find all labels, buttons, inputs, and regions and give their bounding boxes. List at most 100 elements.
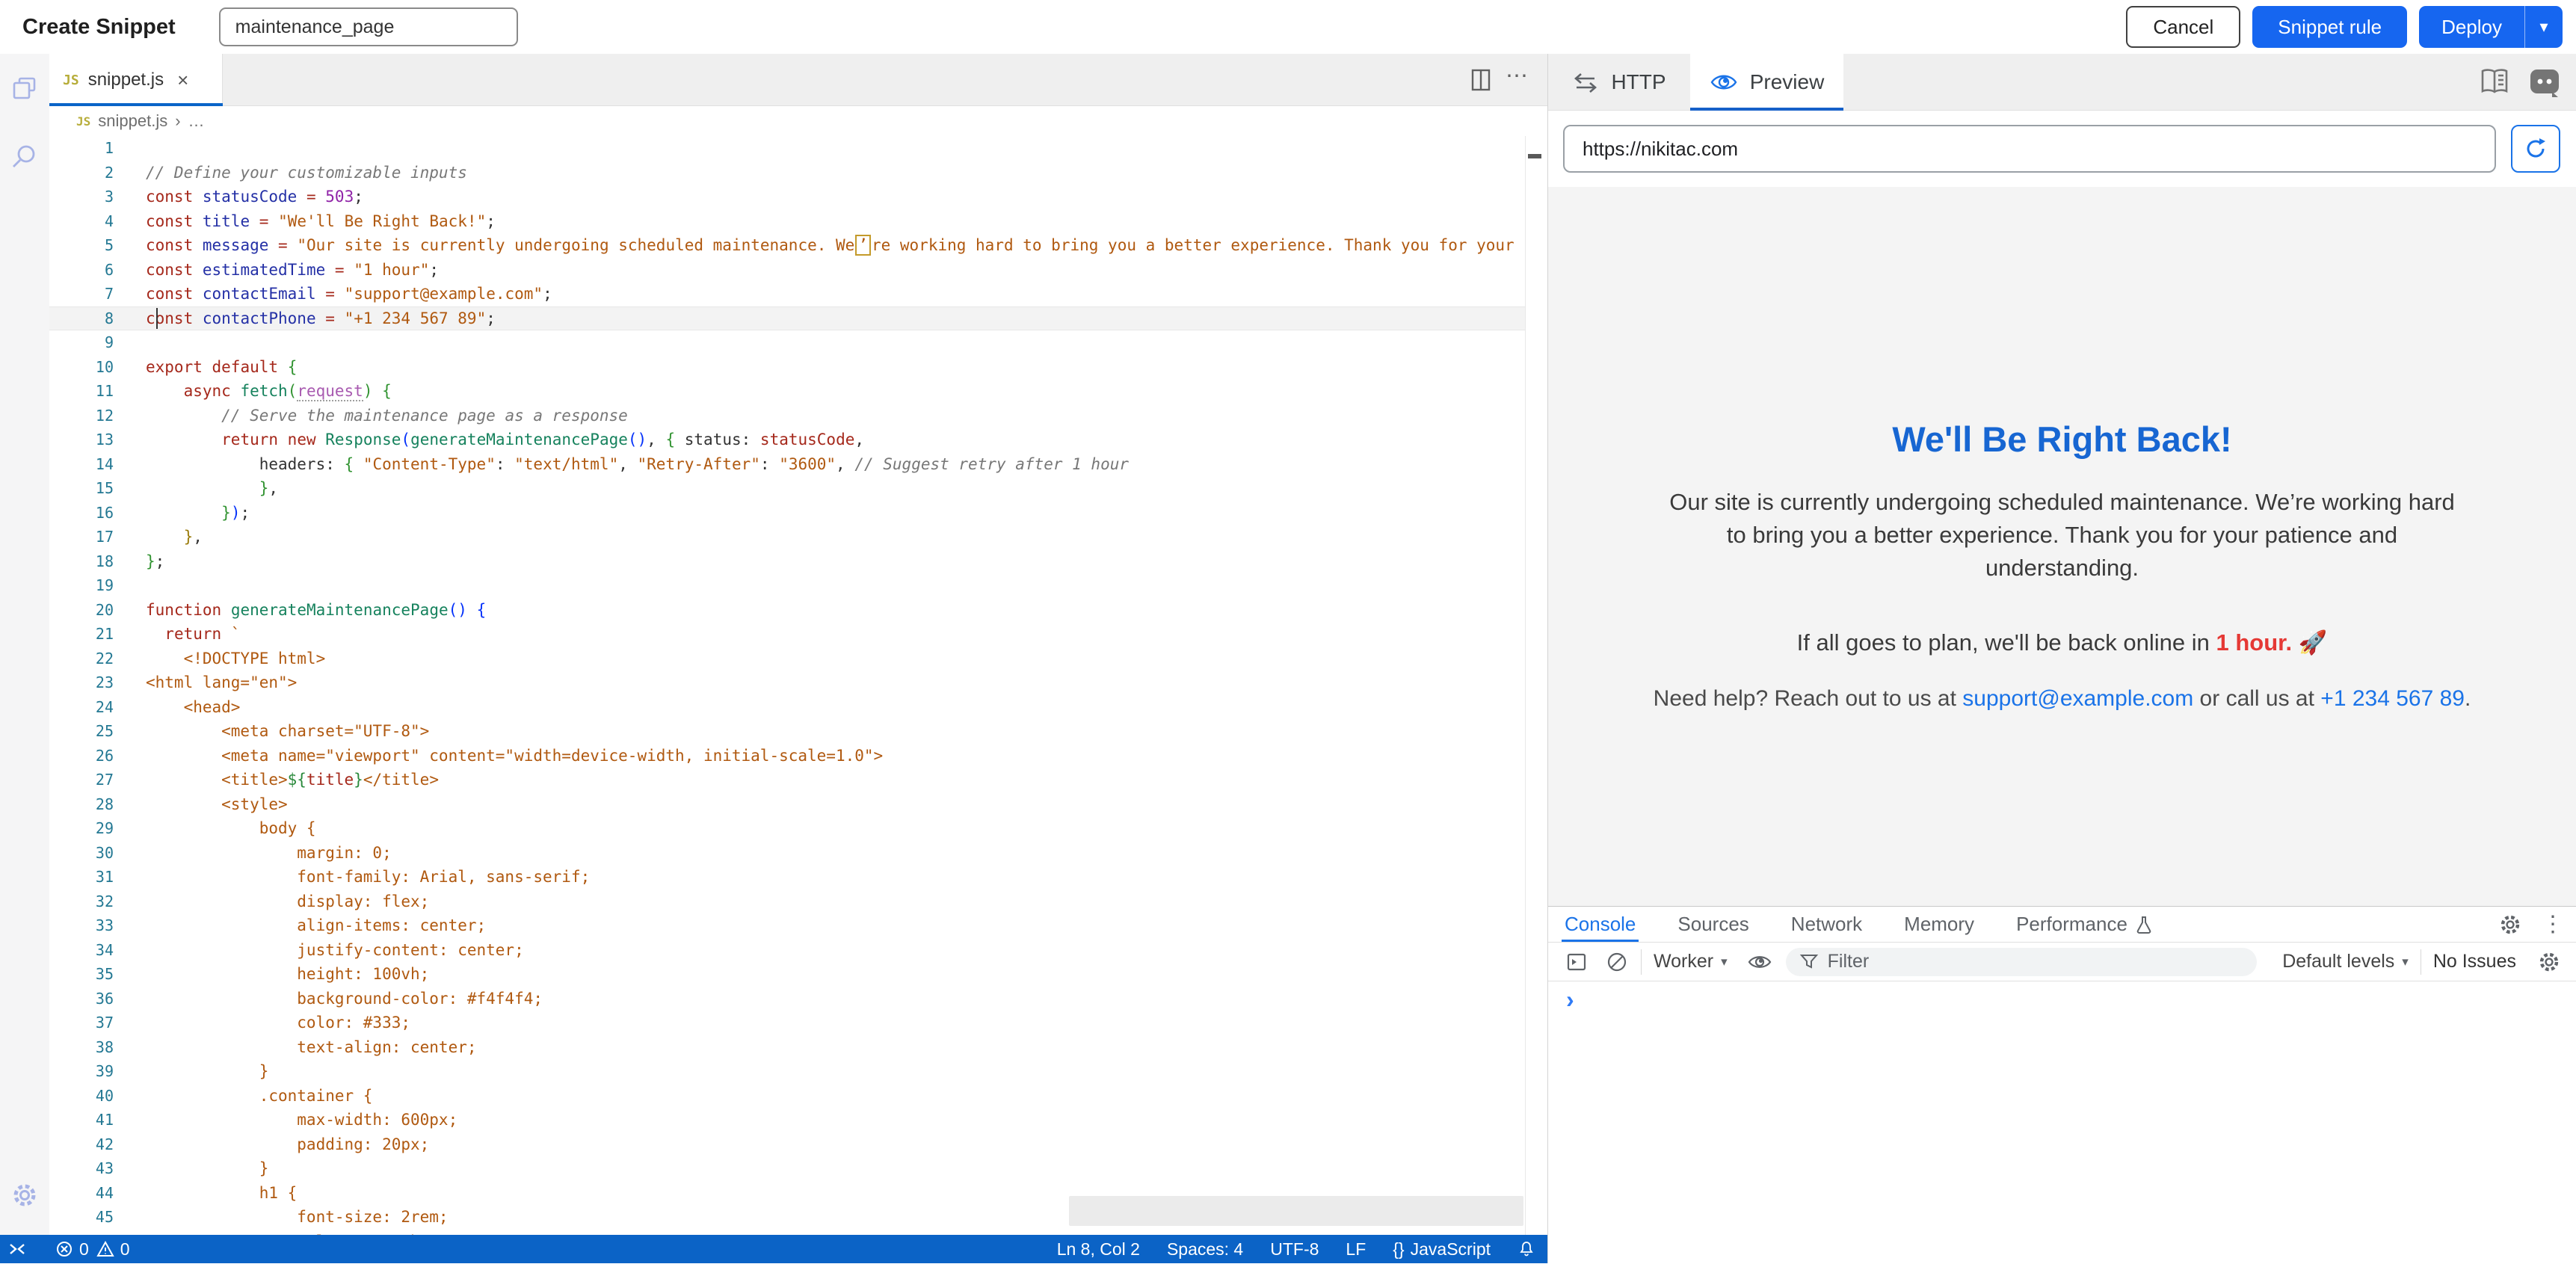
code-line[interactable]: 29 body {: [49, 816, 1525, 841]
devtools-settings-gear-icon[interactable]: [2498, 913, 2522, 937]
breadcrumb-more[interactable]: …: [188, 111, 205, 131]
code-line[interactable]: 42 padding: 20px;: [49, 1132, 1525, 1157]
remote-indicator-icon[interactable]: [7, 1239, 27, 1259]
code-line[interactable]: 7const contactEmail = "support@example.c…: [49, 282, 1525, 306]
gear-icon[interactable]: [10, 1181, 39, 1209]
code-line[interactable]: 46 color: #0056b3;: [49, 1230, 1525, 1236]
console-settings-gear-icon[interactable]: [2537, 950, 2561, 974]
line-number: 15: [49, 476, 114, 501]
code-editor[interactable]: 12// Define your customizable inputs3con…: [49, 136, 1525, 1235]
code-line[interactable]: 39 }: [49, 1059, 1525, 1084]
preview-url-input[interactable]: [1563, 125, 2496, 173]
code-line[interactable]: 10export default {: [49, 355, 1525, 380]
code-line[interactable]: 23<html lang="en">: [49, 670, 1525, 695]
code-line[interactable]: 28 <style>: [49, 792, 1525, 817]
code-line[interactable]: 3const statusCode = 503;: [49, 185, 1525, 209]
code-line[interactable]: 26 <meta name="viewport" content="width=…: [49, 744, 1525, 768]
code-line[interactable]: 9: [49, 330, 1525, 355]
language-mode[interactable]: {} JavaScript: [1393, 1239, 1491, 1260]
code-line[interactable]: 34 justify-content: center;: [49, 938, 1525, 963]
devtools-tab-performance[interactable]: Performance: [2016, 907, 2153, 942]
snippet-name-input[interactable]: [219, 7, 518, 46]
code-line[interactable]: 37 color: #333;: [49, 1011, 1525, 1035]
code-line[interactable]: 5const message = "Our site is currently …: [49, 233, 1525, 258]
console-filter-input[interactable]: Filter: [1786, 948, 2257, 976]
split-editor-icon[interactable]: [1470, 67, 1492, 93]
code-line[interactable]: 32 display: flex;: [49, 890, 1525, 914]
devtools-tab-network[interactable]: Network: [1791, 907, 1862, 942]
code-line[interactable]: 24 <head>: [49, 695, 1525, 720]
eol-sequence[interactable]: LF: [1346, 1239, 1366, 1260]
code-line[interactable]: 11 async fetch(request) {: [49, 379, 1525, 404]
code-line[interactable]: 20function generateMaintenancePage() {: [49, 598, 1525, 623]
code-line[interactable]: 16 });: [49, 501, 1525, 525]
deploy-dropdown-caret[interactable]: ▾: [2524, 6, 2563, 48]
more-actions-icon[interactable]: ⋯: [1506, 63, 1528, 89]
tab-http[interactable]: HTTP: [1548, 54, 1690, 111]
horizontal-scrollbar[interactable]: [1069, 1196, 1523, 1226]
cancel-button[interactable]: Cancel: [2126, 6, 2240, 48]
docs-book-icon[interactable]: [2479, 67, 2510, 97]
devtools-kebab-menu-icon[interactable]: ⋮: [2542, 913, 2564, 937]
code-line[interactable]: 31 font-family: Arial, sans-serif;: [49, 865, 1525, 890]
console-output[interactable]: ›: [1548, 981, 2576, 1264]
snippet-rule-button[interactable]: Snippet rule: [2252, 6, 2407, 48]
phone-link[interactable]: +1 234 567 89: [2320, 686, 2465, 711]
indentation[interactable]: Spaces: 4: [1167, 1239, 1243, 1260]
scrollbar-thumb[interactable]: [1528, 154, 1541, 158]
devtools-tab-console[interactable]: Console: [1565, 907, 1636, 942]
files-icon[interactable]: [10, 75, 39, 103]
cursor-position[interactable]: Ln 8, Col 2: [1057, 1239, 1140, 1260]
code-line[interactable]: 25 <meta charset="UTF-8">: [49, 719, 1525, 744]
discord-icon[interactable]: [2528, 67, 2561, 97]
execution-context-selector[interactable]: Worker ▾: [1654, 951, 1728, 972]
code-line[interactable]: 21 return `: [49, 622, 1525, 647]
code-line[interactable]: 36 background-color: #f4f4f4;: [49, 987, 1525, 1011]
code-line[interactable]: 12 // Serve the maintenance page as a re…: [49, 404, 1525, 428]
code-line[interactable]: 41 max-width: 600px;: [49, 1108, 1525, 1132]
console-prompt[interactable]: ›: [1566, 986, 1574, 1014]
breadcrumb-file[interactable]: snippet.js: [98, 111, 167, 131]
code-line[interactable]: 40 .container {: [49, 1084, 1525, 1109]
code-line[interactable]: 22 <!DOCTYPE html>: [49, 647, 1525, 671]
code-line[interactable]: 6const estimatedTime = "1 hour";: [49, 258, 1525, 283]
code-line[interactable]: 8const contactPhone = "+1 234 567 89";: [49, 306, 1525, 331]
deploy-button[interactable]: Deploy ▾: [2419, 6, 2563, 48]
email-link[interactable]: support@example.com: [1962, 686, 2193, 711]
devtools-tab-memory[interactable]: Memory: [1904, 907, 1974, 942]
code-line[interactable]: 38 text-align: center;: [49, 1035, 1525, 1060]
code-line[interactable]: 43 }: [49, 1156, 1525, 1181]
code-line[interactable]: 13 return new Response(generateMaintenan…: [49, 428, 1525, 452]
status-bar: 0 0 Ln 8, Col 2 Spaces: 4 UTF-8 LF {} Ja…: [0, 1235, 1547, 1263]
tab-preview[interactable]: Preview: [1690, 54, 1843, 111]
line-number: 20: [49, 598, 114, 623]
code-line[interactable]: 17 },: [49, 525, 1525, 549]
code-line[interactable]: 18};: [49, 549, 1525, 574]
code-line[interactable]: 4const title = "We'll Be Right Back!";: [49, 209, 1525, 234]
code-line[interactable]: 15 },: [49, 476, 1525, 501]
code-line[interactable]: 30 margin: 0;: [49, 841, 1525, 866]
refresh-button[interactable]: [2511, 125, 2560, 173]
devtools-tab-sources[interactable]: Sources: [1677, 907, 1748, 942]
code-line[interactable]: 14 headers: { "Content-Type": "text/html…: [49, 452, 1525, 477]
problems-errors[interactable]: 0: [55, 1239, 89, 1260]
code-line[interactable]: 19: [49, 573, 1525, 598]
issues-counter[interactable]: No Issues: [2433, 951, 2516, 972]
code-line[interactable]: 33 align-items: center;: [49, 913, 1525, 938]
problems-warnings[interactable]: 0: [96, 1239, 130, 1260]
live-expression-eye-icon[interactable]: [1747, 952, 1772, 972]
line-number: 16: [49, 501, 114, 525]
code-line[interactable]: 2// Define your customizable inputs: [49, 161, 1525, 185]
overview-ruler[interactable]: [1525, 136, 1543, 1235]
search-icon[interactable]: [10, 142, 39, 170]
clear-console-icon[interactable]: [1605, 950, 1629, 974]
code-line[interactable]: 27 <title>${title}</title>: [49, 768, 1525, 792]
code-line[interactable]: 1: [49, 136, 1525, 161]
log-levels-dropdown[interactable]: Default levels ▾: [2282, 951, 2409, 972]
notifications-bell-icon[interactable]: [1517, 1240, 1535, 1258]
tab-snippet-js[interactable]: JS snippet.js ×: [49, 54, 223, 106]
console-sidebar-toggle-icon[interactable]: [1565, 950, 1589, 974]
encoding[interactable]: UTF-8: [1270, 1239, 1319, 1260]
tab-close-icon[interactable]: ×: [177, 69, 188, 92]
code-line[interactable]: 35 height: 100vh;: [49, 962, 1525, 987]
